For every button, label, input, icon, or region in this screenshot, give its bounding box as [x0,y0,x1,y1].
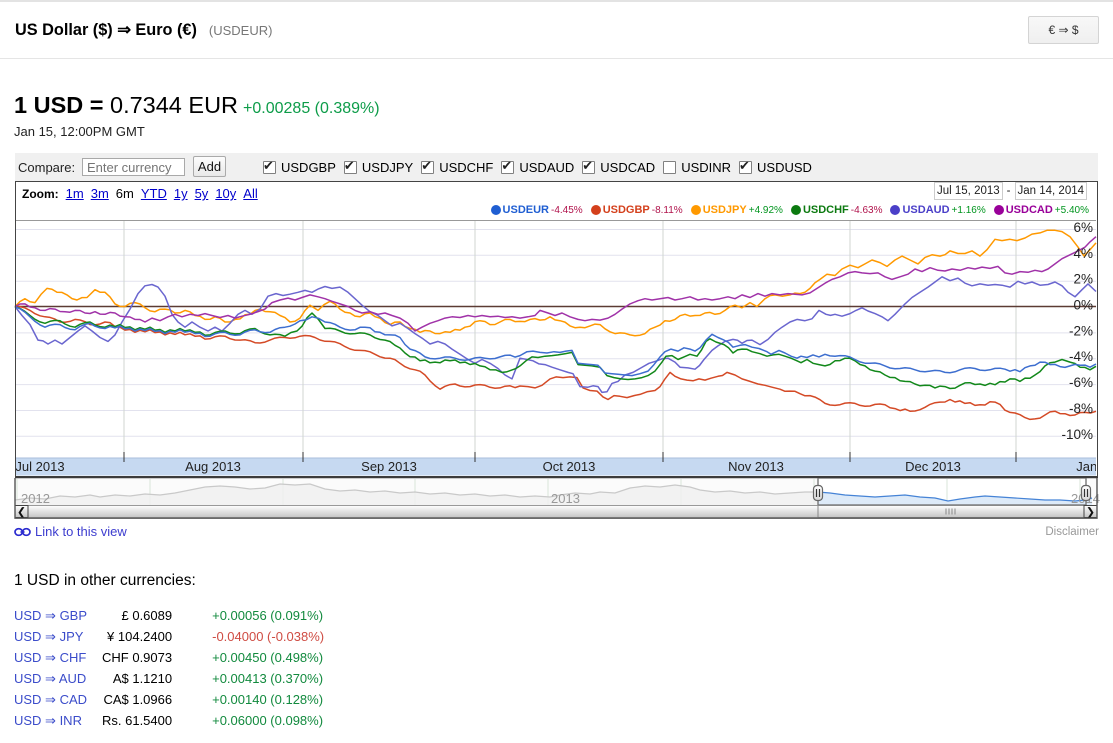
svg-text:❮: ❮ [17,507,26,519]
svg-text:❯: ❯ [1086,507,1095,519]
svg-text:2013: 2013 [551,491,580,506]
svg-text:2012: 2012 [21,491,50,506]
